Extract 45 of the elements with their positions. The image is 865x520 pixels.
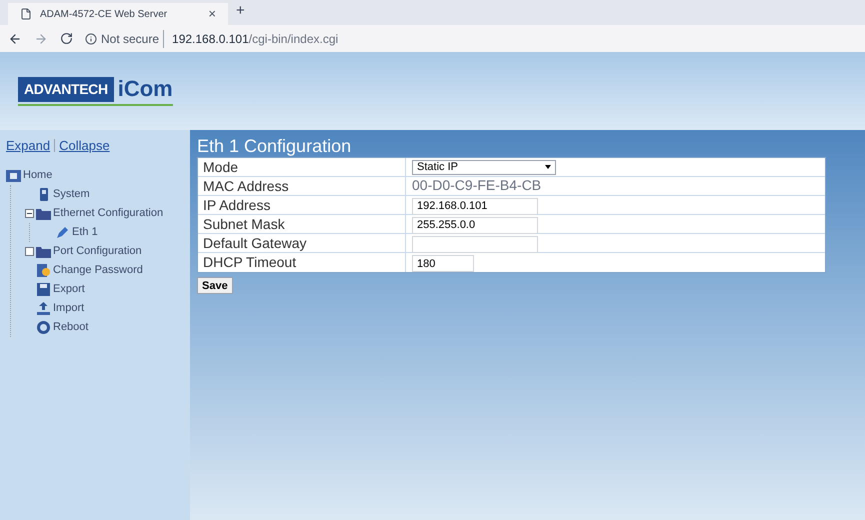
- collapse-toggle[interactable]: [25, 208, 34, 218]
- refresh-icon: [36, 320, 51, 334]
- tree-item[interactable]: Eth 1: [72, 224, 98, 240]
- field-label: Default Gateway: [198, 234, 406, 252]
- folder-icon: [36, 244, 51, 258]
- folder-icon: [36, 206, 51, 220]
- input-field[interactable]: 180: [412, 255, 474, 272]
- document-icon: [36, 264, 51, 276]
- field-label: Subnet Mask: [198, 215, 406, 233]
- home-icon: [6, 168, 21, 182]
- input-field[interactable]: 255.255.0.0: [412, 216, 538, 234]
- collapse-link[interactable]: Collapse: [59, 136, 110, 156]
- browser-tab[interactable]: ADAM-4572-CE Web Server ×: [8, 3, 228, 25]
- back-icon[interactable]: [8, 32, 22, 46]
- page-icon: [20, 8, 32, 20]
- input-field[interactable]: [412, 236, 538, 252]
- tree-item[interactable]: Ethernet Configuration: [53, 204, 164, 222]
- security-label: Not secure: [101, 30, 164, 48]
- page-title: Eth 1 Configuration: [197, 135, 352, 157]
- tree-item[interactable]: Change Password: [53, 262, 143, 278]
- input-field[interactable]: 192.168.0.101: [412, 198, 538, 214]
- pen-icon: [55, 226, 70, 238]
- field-label: Mode: [198, 158, 406, 176]
- save-button[interactable]: Save: [197, 277, 233, 294]
- expand-toggle[interactable]: [25, 246, 34, 256]
- info-icon: [85, 32, 97, 44]
- mac-address-value: 00-D0-C9-FE-B4-CB: [412, 177, 542, 193]
- tab-title: ADAM-4572-CE Web Server: [40, 8, 168, 22]
- mode-select[interactable]: Static IP: [412, 160, 556, 174]
- field-label: DHCP Timeout: [198, 253, 406, 272]
- field-label: MAC Address: [198, 177, 406, 195]
- field-label: IP Address: [198, 196, 406, 214]
- tree-item[interactable]: Home: [23, 166, 52, 184]
- close-button[interactable]: ×: [208, 4, 216, 24]
- expand-link[interactable]: Expand: [6, 136, 50, 156]
- reload-icon[interactable]: [60, 32, 73, 45]
- tree-item[interactable]: System: [53, 186, 90, 202]
- logo: ADVANTECH iCom: [18, 76, 173, 106]
- tree-item[interactable]: Reboot: [53, 318, 88, 336]
- tree-item[interactable]: Export: [53, 280, 85, 298]
- url-text[interactable]: 192.168.0.101/cgi-bin/index.cgi: [168, 30, 338, 48]
- tree-item[interactable]: Port Configuration: [53, 242, 142, 260]
- upload-icon: [36, 302, 51, 314]
- tree-item[interactable]: Import: [53, 300, 84, 316]
- new-tab-button[interactable]: +: [236, 0, 245, 22]
